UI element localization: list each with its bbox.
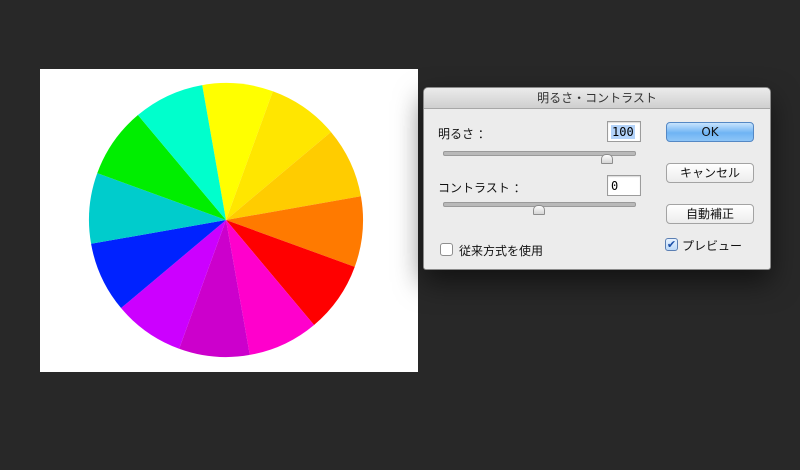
cancel-button[interactable]: キャンセル	[666, 163, 754, 183]
brightness-input[interactable]: 100	[607, 121, 641, 142]
contrast-slider-knob[interactable]	[532, 205, 545, 215]
ok-button[interactable]: OK	[666, 122, 754, 142]
contrast-input[interactable]: 0	[607, 175, 641, 196]
dialog-title: 明るさ・コントラスト	[537, 91, 657, 105]
legacy-checkbox[interactable]	[440, 243, 453, 256]
dialog-titlebar[interactable]: 明るさ・コントラスト	[424, 88, 770, 109]
legacy-label: 従来方式を使用	[459, 244, 544, 258]
document-canvas[interactable]	[40, 69, 418, 372]
color-wheel-image	[88, 82, 364, 358]
brightness-value: 100	[611, 125, 635, 139]
contrast-label: コントラスト ：	[438, 181, 526, 195]
ok-button-label: OK	[701, 125, 719, 139]
brightness-contrast-dialog: 明るさ・コントラスト 明るさ ： 100 コントラスト ： 0 従来方式を使用 …	[423, 87, 771, 270]
preview-checkbox[interactable]: ✔	[665, 238, 678, 251]
brightness-label: 明るさ ：	[438, 127, 490, 141]
brightness-slider-knob[interactable]	[601, 154, 614, 164]
auto-correct-button-label: 自動補正	[685, 207, 734, 221]
checkmark-icon: ✔	[666, 238, 677, 251]
contrast-value: 0	[611, 179, 619, 193]
cancel-button-label: キャンセル	[679, 166, 740, 180]
auto-correct-button[interactable]: 自動補正	[666, 204, 754, 224]
preview-label: プレビュー	[682, 239, 743, 253]
